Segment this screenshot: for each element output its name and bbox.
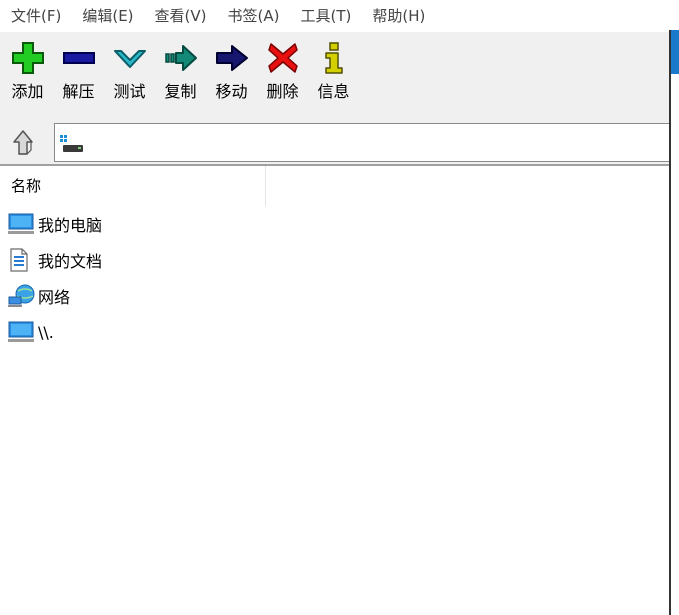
move-label: 移动	[215, 82, 248, 101]
info-icon	[316, 40, 352, 76]
info-button[interactable]: 信息	[308, 32, 359, 114]
minus-icon	[61, 40, 97, 76]
list-item[interactable]: 我的电脑	[0, 206, 669, 242]
info-label: 信息	[317, 82, 350, 101]
menu-bar: 文件(F) 编辑(E) 查看(V) 书签(A) 工具(T) 帮助(H)	[0, 0, 669, 32]
up-arrow-icon	[11, 128, 37, 160]
test-label: 测试	[113, 82, 146, 101]
list-item[interactable]: \\.	[0, 314, 669, 350]
menu-view[interactable]: 查看(V)	[144, 0, 217, 32]
document-icon	[8, 248, 36, 272]
add-label: 添加	[11, 82, 44, 101]
copy-label: 复制	[164, 82, 197, 101]
window-edge	[669, 0, 679, 615]
window-border	[669, 30, 671, 615]
list-item[interactable]: 我的文档	[0, 242, 669, 278]
menu-bookmarks[interactable]: 书签(A)	[217, 0, 290, 32]
check-chevron-icon	[112, 40, 148, 76]
network-icon	[8, 284, 36, 308]
item-label: 我的文档	[38, 252, 103, 271]
add-button[interactable]: 添加	[2, 32, 53, 114]
app-window: 文件(F) 编辑(E) 查看(V) 书签(A) 工具(T) 帮助(H) 添加 解…	[0, 0, 679, 615]
menu-file[interactable]: 文件(F)	[0, 0, 71, 32]
file-rows: 我的电脑 我的文档 网络 \\.	[0, 206, 669, 350]
address-input[interactable]	[54, 123, 669, 162]
toolbar: 添加 解压 测试 复制 移动 删除 信息	[0, 32, 669, 122]
menu-help[interactable]: 帮助(H)	[361, 0, 435, 32]
move-button[interactable]: 移动	[206, 32, 257, 114]
up-folder-button[interactable]	[4, 128, 44, 160]
move-arrow-icon	[214, 40, 250, 76]
plus-icon	[10, 40, 46, 76]
item-label: \\.	[38, 322, 54, 342]
adjacent-window-titlebar	[671, 30, 679, 74]
menu-tools[interactable]: 工具(T)	[289, 0, 361, 32]
file-list[interactable]: 名称 我的电脑 我的文档 网络 \\.	[0, 166, 669, 615]
item-label: 我的电脑	[38, 216, 103, 235]
menu-edit[interactable]: 编辑(E)	[71, 0, 143, 32]
extract-button[interactable]: 解压	[53, 32, 104, 114]
extract-label: 解压	[62, 82, 95, 101]
test-button[interactable]: 测试	[104, 32, 155, 114]
computer-icon	[8, 320, 36, 344]
computer-icon	[8, 212, 36, 236]
item-label: 网络	[38, 288, 71, 307]
list-item[interactable]: 网络	[0, 278, 669, 314]
delete-label: 删除	[266, 82, 299, 101]
address-row	[0, 122, 669, 165]
copy-button[interactable]: 复制	[155, 32, 206, 114]
delete-button[interactable]: 删除	[257, 32, 308, 114]
column-name-header[interactable]: 名称	[0, 166, 266, 206]
copy-arrow-icon	[163, 40, 199, 76]
delete-x-icon	[265, 40, 301, 76]
drive-icon	[59, 134, 83, 158]
column-header: 名称	[0, 166, 669, 206]
